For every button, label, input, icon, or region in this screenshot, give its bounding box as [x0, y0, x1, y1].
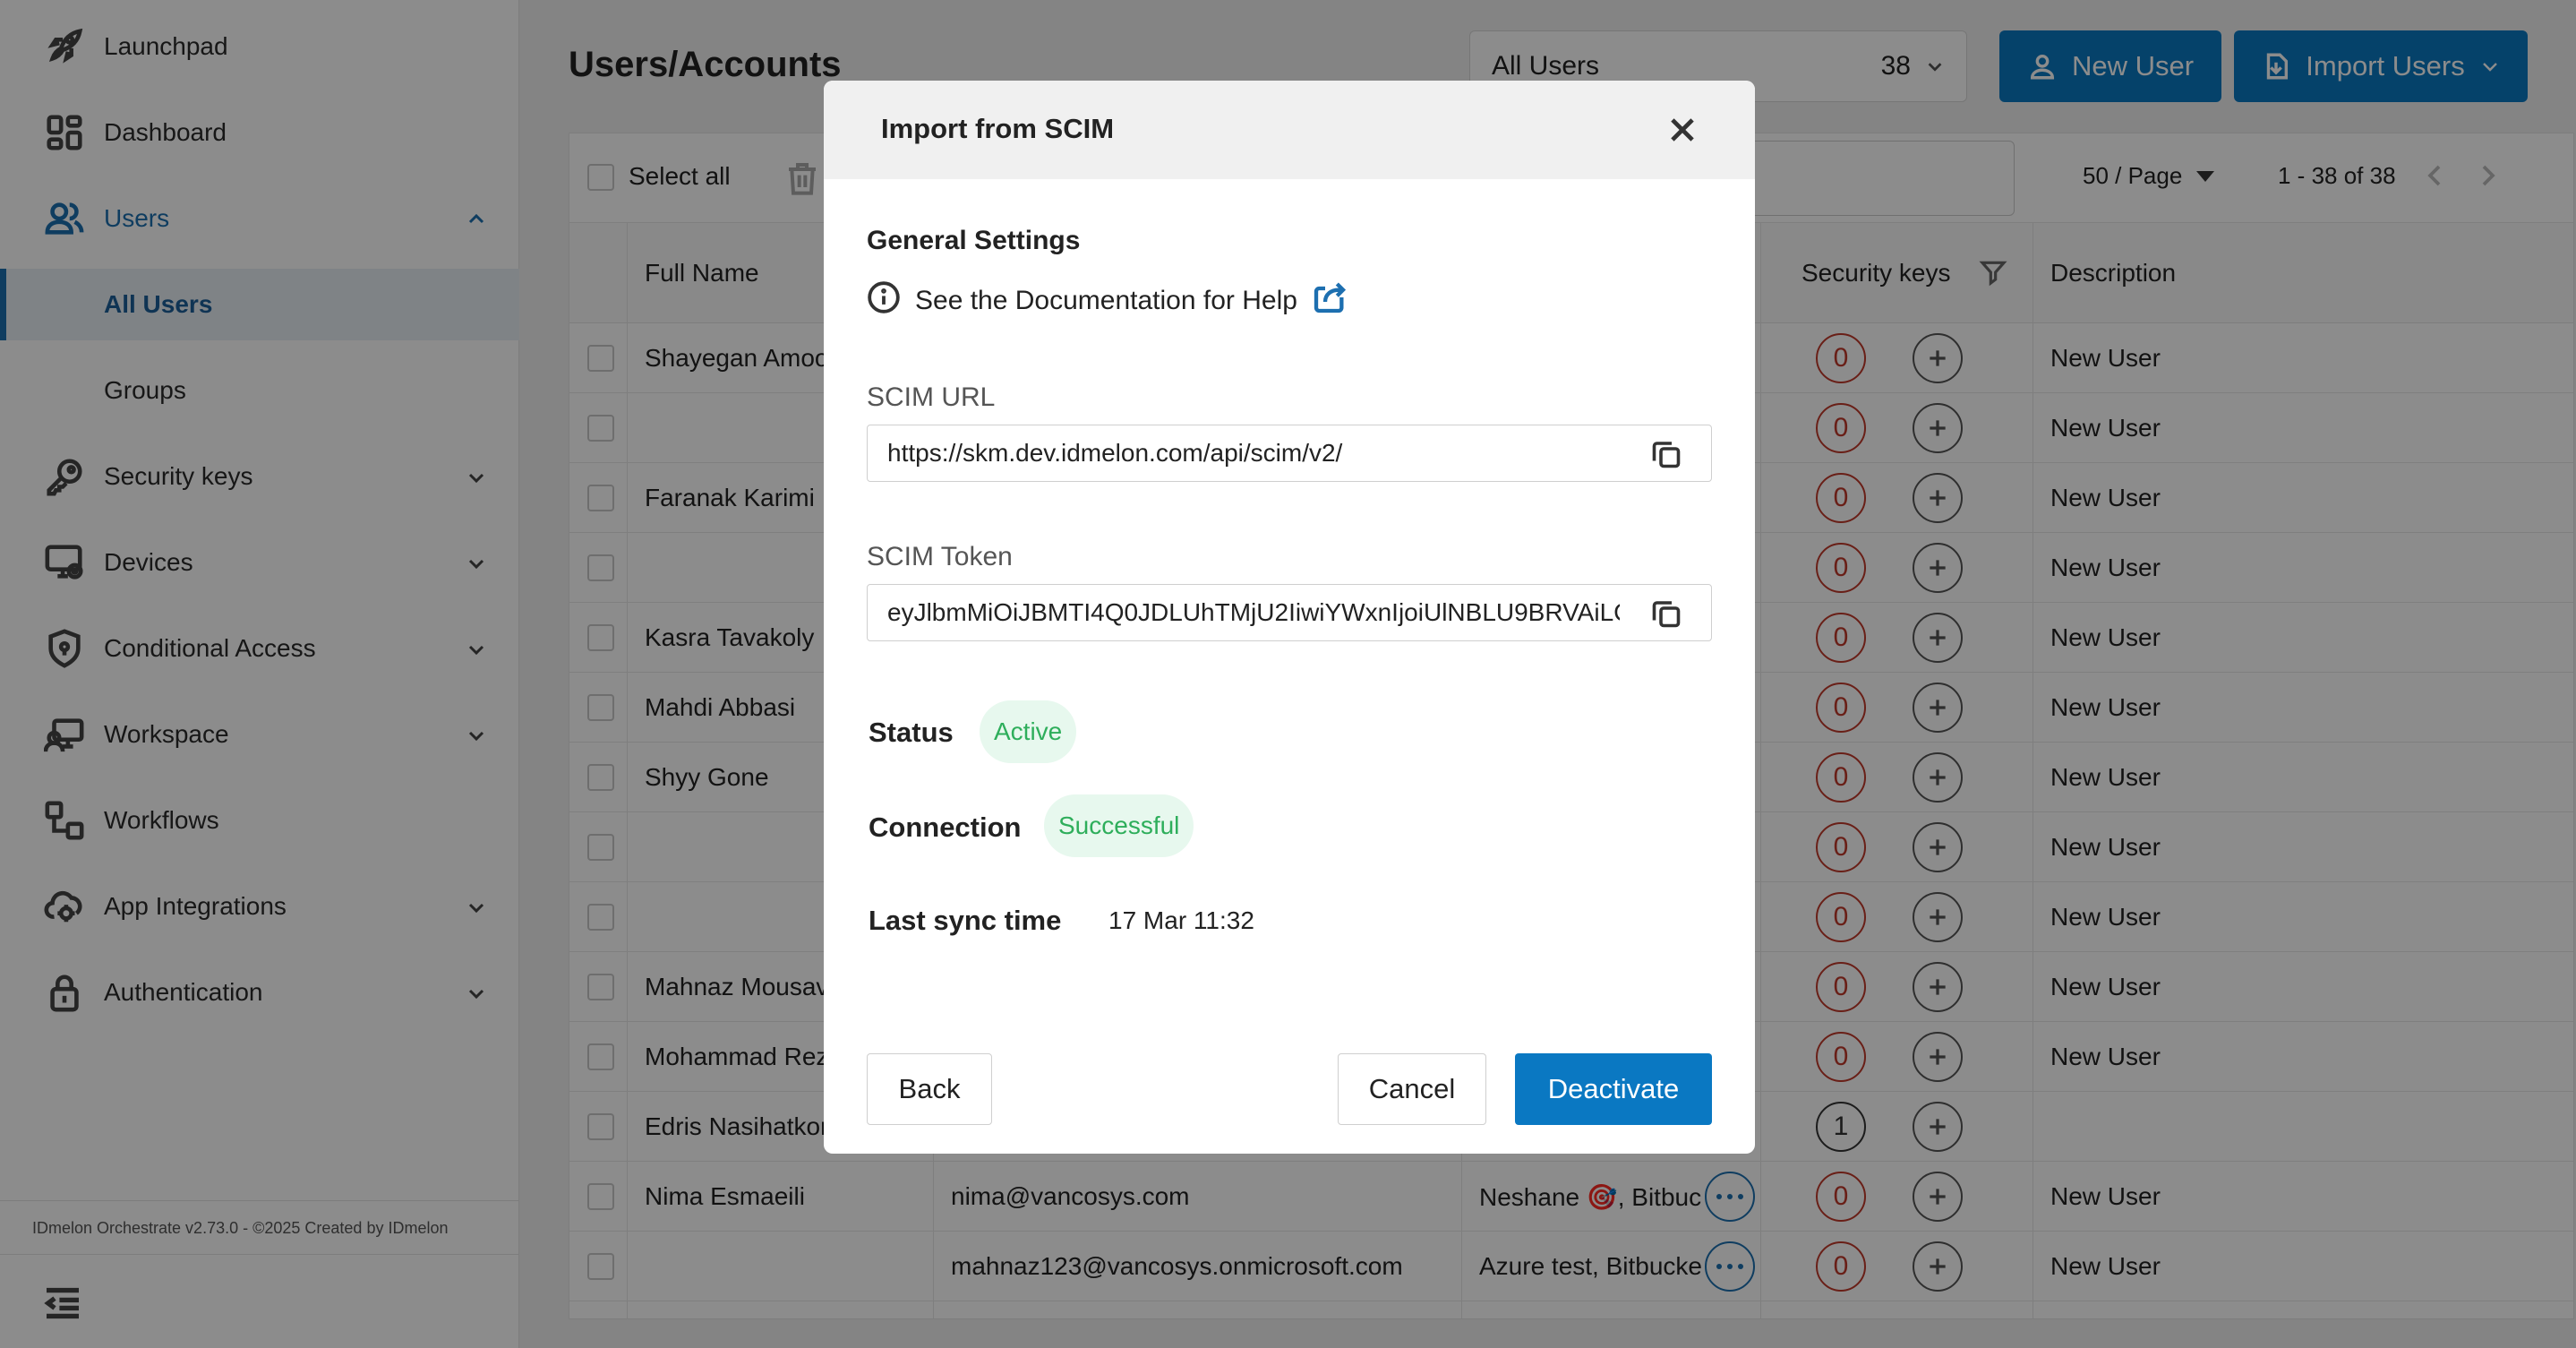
cancel-button[interactable]: Cancel [1338, 1053, 1486, 1125]
last-sync-label: Last sync time [869, 905, 1062, 936]
scim-url-value: https://skm.dev.idmelon.com/api/scim/v2/ [887, 439, 1343, 467]
connection-label: Connection [869, 811, 1022, 843]
copy-icon[interactable] [1650, 438, 1682, 470]
back-button[interactable]: Back [867, 1053, 992, 1125]
import-scim-dialog: Import from SCIM General Settings See th… [824, 81, 1755, 1154]
status-label: Status [869, 717, 954, 748]
info-icon [867, 280, 901, 322]
deactivate-button[interactable]: Deactivate [1515, 1053, 1712, 1125]
documentation-help: See the Documentation for Help [867, 279, 1348, 322]
last-sync-value: 17 Mar 11:32 [1108, 906, 1254, 934]
scim-url-field[interactable]: https://skm.dev.idmelon.com/api/scim/v2/ [867, 425, 1712, 482]
scim-url-label: SCIM URL [867, 382, 996, 412]
scim-token-label: SCIM Token [867, 542, 1013, 571]
external-link-icon[interactable] [1312, 279, 1348, 322]
modal-title: Import from SCIM [881, 113, 1115, 144]
status-badge: Active [980, 700, 1077, 763]
scim-token-field[interactable]: eyJlbmMiOiJBMTI4Q0JDLUhTMjU2IiwiYWxnIjoi… [867, 584, 1712, 641]
close-icon[interactable] [1665, 113, 1699, 147]
modal-header: Import from SCIM [824, 81, 1755, 179]
scim-token-value: eyJlbmMiOiJBMTI4Q0JDLUhTMjU2IiwiYWxnIjoi… [887, 598, 1620, 626]
connection-badge: Successful [1044, 794, 1194, 857]
help-text: See the Documentation for Help [915, 286, 1297, 315]
copy-icon[interactable] [1650, 597, 1682, 630]
section-title: General Settings [867, 226, 1081, 255]
